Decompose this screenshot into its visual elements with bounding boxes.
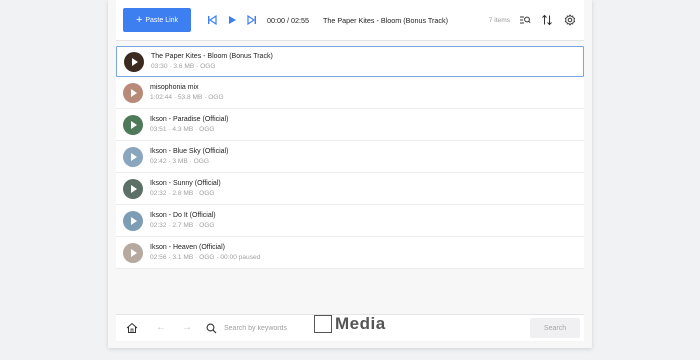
queue-search-icon[interactable] [519,14,531,26]
watermark: Media [314,313,386,335]
track-title: Ikson - Blue Sky (Official) [150,147,229,155]
track-row[interactable]: The Paper Kites - Bloom (Bonus Track) 03:… [116,46,584,77]
track-info: Ikson - Blue Sky (Official) 02:42 · 3 MB … [150,148,228,166]
play-triangle-icon [131,184,137,193]
play-triangle-icon [131,216,137,225]
track-info: Ikson - Paradise (Official) 03:51 · 4.3 M… [150,116,228,134]
watermark-logo-icon [314,315,332,333]
media-app-window: + Paste Link 00:00 / 02:55 The Paper Kit… [108,0,592,348]
home-icon[interactable] [126,322,138,334]
play-triangle-icon [132,57,138,66]
play-triangle-icon [131,152,137,161]
track-details: 02:42 · 3 MB · OGG [150,157,209,165]
skip-next-icon[interactable] [247,14,257,26]
play-triangle-icon [131,248,137,257]
item-count: 7 items [488,16,510,24]
track-thumbnail-play-icon[interactable] [124,51,144,72]
paste-link-button[interactable]: + Paste Link [123,8,191,32]
now-playing-title: The Paper Kites - Bloom (Bonus Track) [322,15,448,25]
track-details: 02:32 · 2.8 MB · OGG [150,189,215,197]
track-row[interactable]: Ikson - Heaven (Official) 02:56 · 3.1 MB … [116,237,584,269]
track-title: Ikson - Heaven (Official) [150,243,225,251]
watermark-text: Media [335,314,386,333]
skip-previous-icon[interactable] [207,14,217,26]
play-triangle-icon [131,120,137,129]
forward-arrow-icon[interactable]: → [182,323,192,333]
track-thumbnail-play-icon[interactable] [123,82,143,103]
play-icon[interactable] [227,14,237,26]
player-toolbar: + Paste Link 00:00 / 02:55 The Paper Kit… [116,0,584,41]
gear-icon[interactable] [564,14,576,26]
track-title: Ikson - Sunny (Official) [150,179,221,187]
track-info: misophonia mix 1:02:44 · 53.8 MB · OGG [150,84,224,102]
plus-icon: + [135,13,143,26]
track-details: 1:02:44 · 53.8 MB · OGG [150,93,224,101]
track-title: The Paper Kites - Bloom (Bonus Track) [151,52,273,60]
track-thumbnail-play-icon[interactable] [123,178,143,199]
search-icon [206,323,217,334]
track-title: Ikson - Do It (Official) [150,211,216,219]
track-info: Ikson - Do It (Official) 02:32 · 2.7 MB ·… [150,212,216,230]
playback-time: 00:00 / 02:55 [267,15,309,25]
paste-link-label: Paste Link [145,16,179,24]
play-triangle-icon [131,88,137,97]
search-button[interactable]: Search [530,318,580,338]
back-arrow-icon[interactable]: ← [156,323,166,333]
track-row[interactable]: misophonia mix 1:02:44 · 53.8 MB · OGG [116,77,584,109]
track-info: Ikson - Sunny (Official) 02:32 · 2.8 MB ·… [150,180,221,198]
track-thumbnail-play-icon[interactable] [123,114,143,135]
track-details: 02:32 · 2.7 MB · OGG [150,221,215,229]
track-details: 03:30 · 3.6 MB · OGG [151,62,216,70]
track-thumbnail-play-icon[interactable] [123,242,143,263]
track-details: 02:56 · 3.1 MB · OGG · 00:00 paused [150,253,261,261]
track-row[interactable]: Ikson - Do It (Official) 02:32 · 2.7 MB ·… [116,205,584,237]
track-details: 03:51 · 4.3 MB · OGG [150,125,215,133]
track-row[interactable]: Ikson - Blue Sky (Official) 02:42 · 3 MB … [116,141,584,173]
track-row[interactable]: Ikson - Sunny (Official) 02:32 · 2.8 MB ·… [116,173,584,205]
track-row[interactable]: Ikson - Paradise (Official) 03:51 · 4.3 M… [116,109,584,141]
track-info: The Paper Kites - Bloom (Bonus Track) 03:… [151,53,273,71]
track-title: misophonia mix [150,83,199,91]
sort-icon[interactable] [541,14,553,26]
track-info: Ikson - Heaven (Official) 02:56 · 3.1 MB … [150,244,260,262]
track-title: Ikson - Paradise (Official) [150,115,229,123]
track-thumbnail-play-icon[interactable] [123,146,143,167]
track-list: The Paper Kites - Bloom (Bonus Track) 03:… [116,46,584,269]
track-thumbnail-play-icon[interactable] [123,210,143,231]
